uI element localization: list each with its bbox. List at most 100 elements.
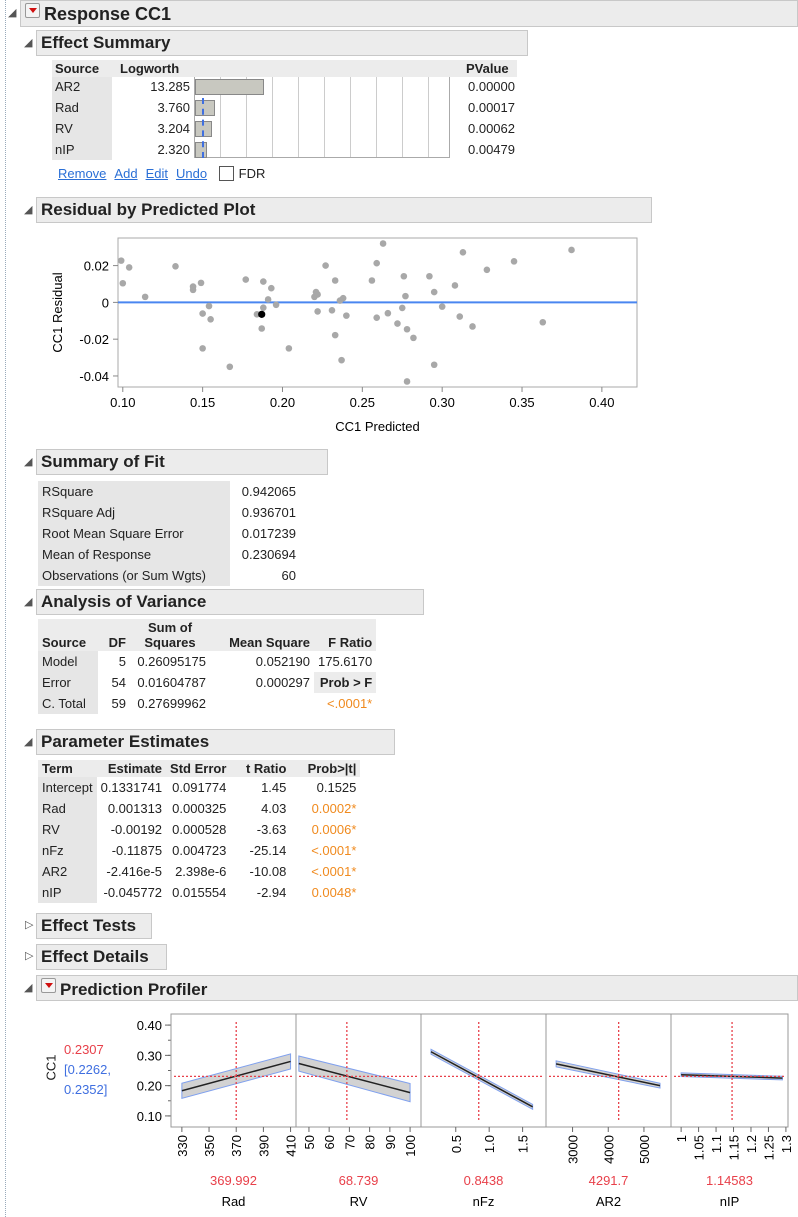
col-header-logworth: Logworth [120,61,180,76]
data-point [438,303,446,310]
stat-label: Root Mean Square Error [38,523,230,544]
prob-cell: 0.0048* [311,885,357,900]
x-tick-label: 1.3 [779,1135,794,1153]
report-title: Response CC1 [44,4,172,24]
disclosure-triangle-closed-icon[interactable]: ▷ [25,918,33,931]
effect-summary-row[interactable]: nIP 2.320 0.00479 [52,140,517,161]
disclosure-triangle-icon[interactable]: ◢ [24,595,32,608]
ms-cell: 0.000297 [255,675,310,690]
anova-header[interactable]: Analysis of Variance [36,589,424,615]
source-cell: AR2 [55,79,81,94]
data-point [260,304,267,312]
t-ratio-cell: -3.63 [256,822,287,837]
source-cell: Error [38,672,98,693]
remove-link[interactable]: Remove [58,166,106,181]
undo-link[interactable]: Undo [176,166,207,181]
disclosure-triangle-icon[interactable]: ◢ [24,735,32,748]
term-cell: Intercept [38,777,97,798]
logworth-bar [195,100,215,116]
disclosure-triangle-icon[interactable]: ◢ [24,455,32,468]
data-point [410,334,417,342]
prediction-profiler-header[interactable]: Prediction Profiler [36,975,798,1001]
data-point [117,257,125,264]
x-tick-label: 390 [256,1135,271,1157]
effect-summary-row[interactable]: RV 3.204 0.00062 [52,119,517,140]
section-title: Effect Tests [41,916,137,935]
stderr-cell: 0.091774 [172,780,227,795]
pvalue-cell: 0.00479 [468,142,515,157]
y-tick-label: 0.40 [137,1018,162,1033]
red-triangle-menu-icon[interactable] [41,978,56,993]
data-point [373,259,381,267]
data-point [264,296,272,303]
residual-plot-header[interactable]: Residual by Predicted Plot [36,197,652,223]
t-ratio-cell: -25.14 [249,843,287,858]
stderr-cell: 0.015554 [172,885,227,900]
ms-cell: 0.052190 [255,654,310,669]
effect-summary-row[interactable]: Rad 3.760 0.00017 [52,98,517,119]
data-point [384,309,392,317]
red-triangle-menu-icon[interactable] [25,3,40,18]
data-point [199,345,206,352]
parameter-estimates-header[interactable]: Parameter Estimates [36,729,395,755]
data-point [331,331,339,339]
col-header-pvalue: PValue [466,61,509,76]
data-point [205,302,213,310]
disclosure-triangle-icon[interactable]: ◢ [24,981,32,994]
data-point [568,246,575,254]
prob-cell: 0.1525 [316,780,357,795]
data-point [469,323,476,330]
significance-reference-line [202,98,204,158]
data-point [451,282,459,289]
y-tick-label: 0 [102,295,109,310]
stat-label: Observations (or Sum Wgts) [38,565,230,586]
data-point [331,277,339,284]
x-tick-label: 410 [284,1135,299,1157]
summary-of-fit-header[interactable]: Summary of Fit [36,449,328,475]
section-title: Parameter Estimates [41,732,210,751]
prediction-profiler-chart: 0.40 0.30 0.20 0.10 330 350 370 390 410 369.992 Ra… [137,1013,794,1209]
stat-label: RSquare [38,481,230,502]
selected-data-point [258,310,266,318]
data-point [430,288,438,296]
summary-row: Mean of Response 0.230694 [38,544,300,565]
edit-link[interactable]: Edit [146,166,168,181]
effect-summary-header[interactable]: Effect Summary [36,30,528,56]
data-point [368,277,376,284]
stderr-cell: 0.004723 [172,843,227,858]
effect-summary-row[interactable]: AR2 13.285 0.00000 [52,77,517,98]
fdr-label: FDR [238,166,266,181]
data-point [338,356,345,364]
factor-current-value: 0.8438 [464,1173,504,1188]
stderr-cell: 0.000528 [172,822,227,837]
stderr-cell: 0.000325 [172,801,227,816]
stat-value: 0.936701 [241,505,296,520]
summary-row: RSquare Adj 0.936701 [38,502,300,523]
f-cell: Prob > F [314,672,377,693]
effect-tests-header[interactable]: Effect Tests [36,913,152,939]
disclosure-triangle-icon[interactable]: ◢ [24,203,32,216]
add-link[interactable]: Add [114,166,137,181]
stat-label: Mean of Response [38,544,230,565]
x-tick-label: 1.0 [482,1135,497,1153]
x-tick-label: 60 [322,1135,337,1149]
factor-current-value: 369.992 [210,1173,257,1188]
col-header-source: Source [38,619,98,651]
profiler-panel-AR2 [545,1013,672,1128]
x-tick-label: 0.40 [589,395,614,410]
data-point [260,278,267,285]
stat-value: 60 [281,568,296,583]
data-point [285,345,293,352]
profiler-panel-nFz [420,1013,547,1128]
effect-details-header[interactable]: Effect Details [36,944,167,970]
x-tick-label: 4000 [601,1135,616,1164]
data-point [483,266,491,274]
estimate-cell: -0.045772 [103,885,163,900]
prob-cell: <.0001* [311,843,357,858]
x-tick-label: 0.20 [270,395,295,410]
disclosure-triangle-icon[interactable]: ◢ [8,6,16,19]
disclosure-triangle-icon[interactable]: ◢ [24,36,32,49]
data-point [322,262,329,269]
disclosure-triangle-closed-icon[interactable]: ▷ [25,949,33,962]
fdr-checkbox[interactable] [218,166,234,181]
